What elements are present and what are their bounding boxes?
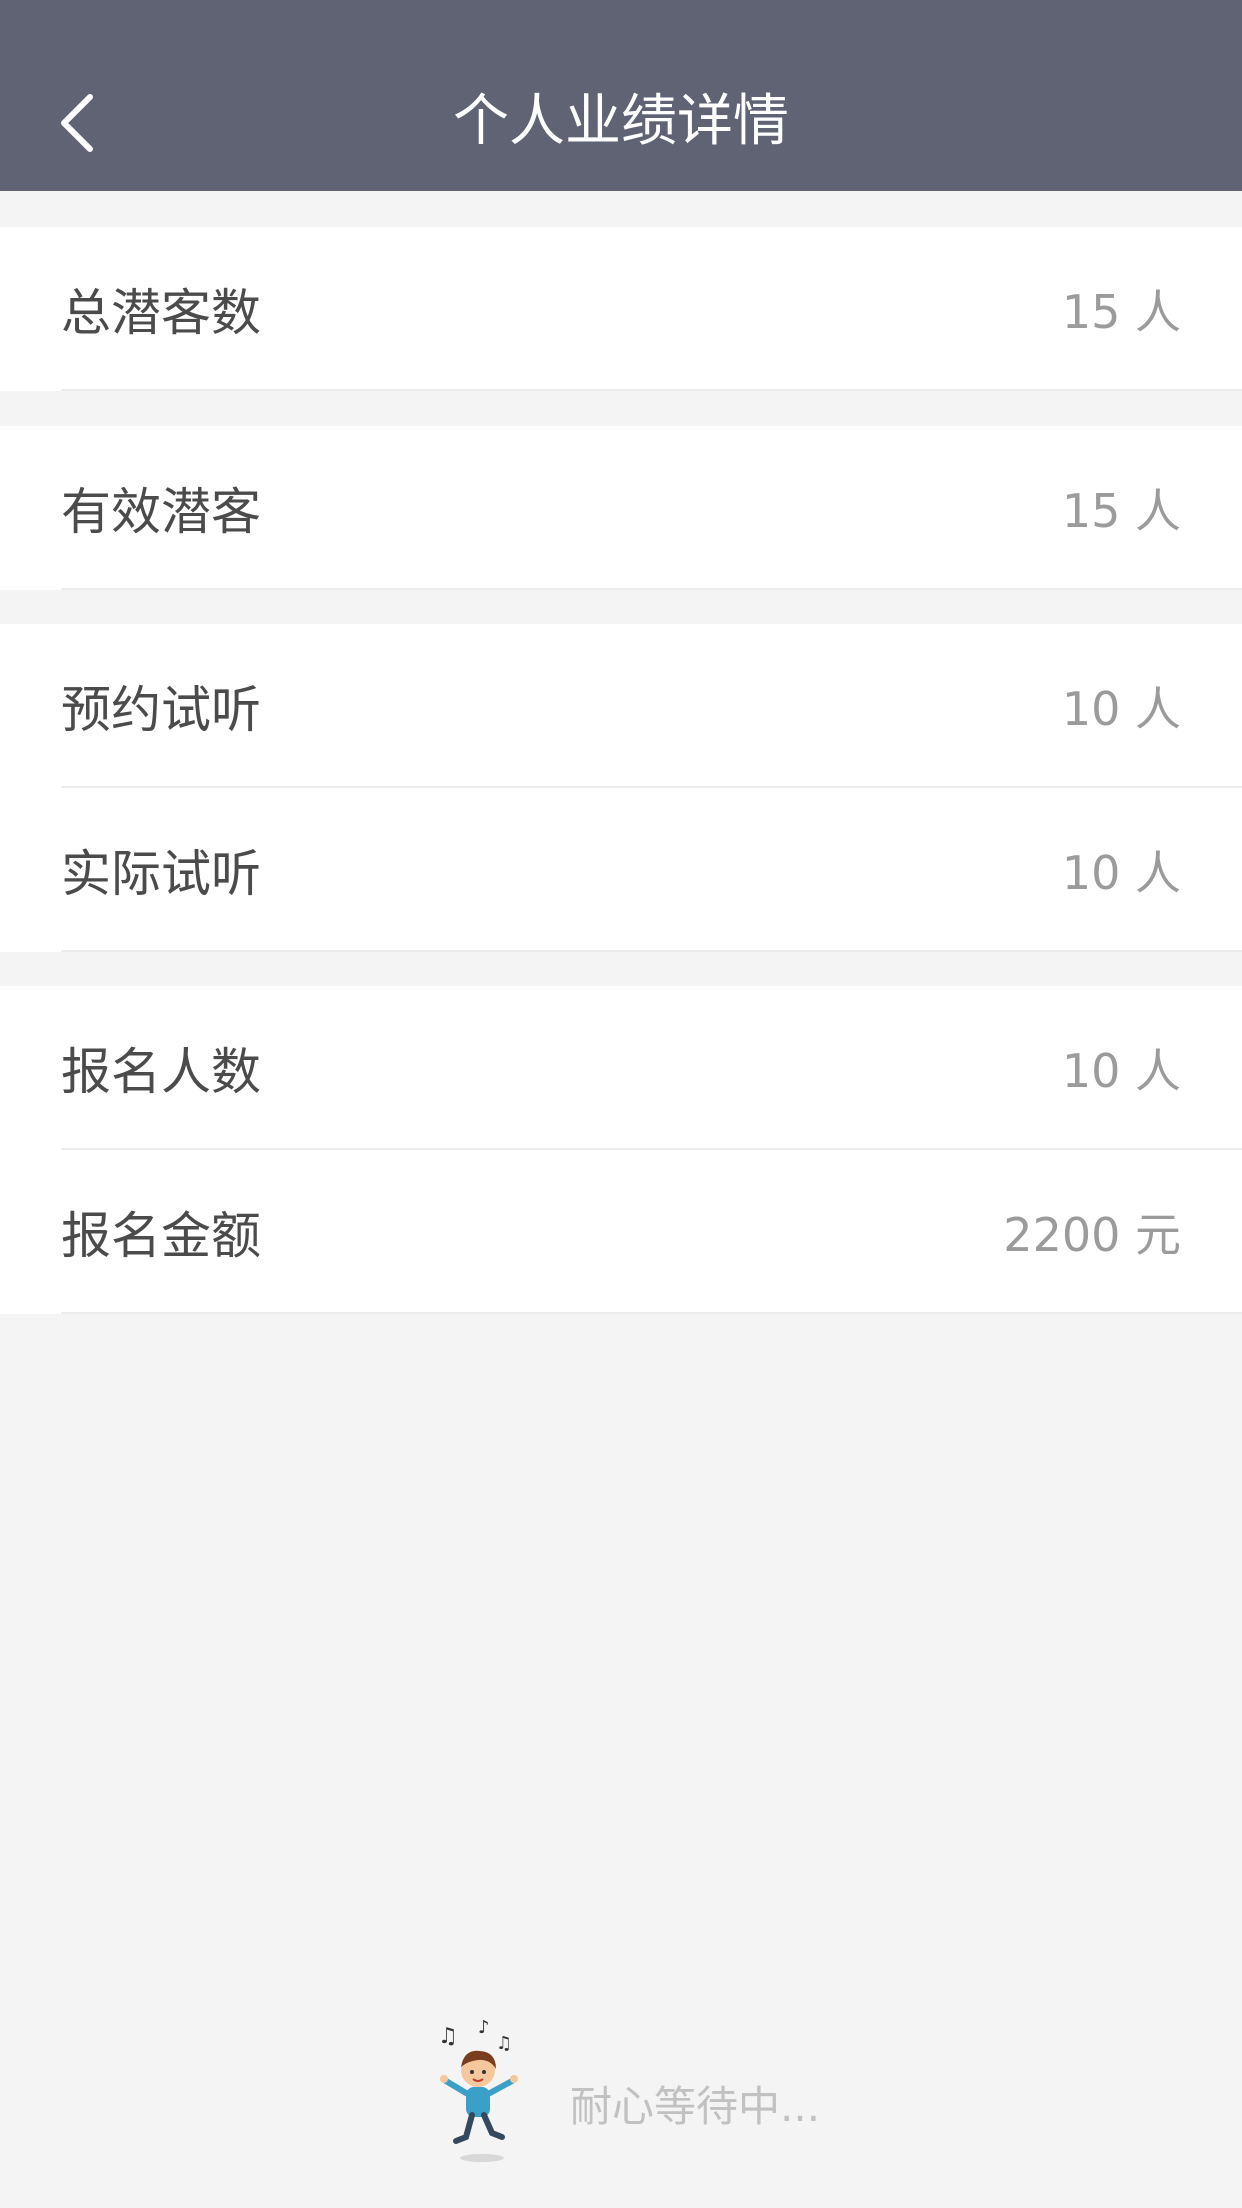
enrolled-count-label: 报名人数 (61, 1043, 261, 1101)
group-enrollment: 报名人数 10 人 报名金额 2200 元 (0, 986, 1242, 1314)
group-valid-leads: 有效潜客 15 人 (0, 426, 1242, 590)
row-enrolled-count[interactable]: 报名人数 10 人 (0, 986, 1242, 1150)
row-actual-trial[interactable]: 实际试听 10 人 (0, 788, 1242, 952)
page: 个人业绩详情 总潜客数 15 人 有效潜客 15 人 预约试听 10 人 实际试… (0, 0, 1242, 2208)
svg-text:♫: ♫ (496, 2033, 512, 2054)
loading-indicator: ♫ ♪ ♫ 耐心等待中... (0, 2015, 1242, 2165)
svg-text:♪: ♪ (478, 2017, 490, 2038)
enrolled-count-value: 10 人 (1061, 1044, 1181, 1098)
actual-trial-label: 实际试听 (61, 845, 261, 903)
total-leads-label: 总潜客数 (61, 284, 261, 342)
row-total-leads[interactable]: 总潜客数 15 人 (0, 227, 1242, 391)
header-bar: 个人业绩详情 (0, 0, 1242, 191)
divider (61, 950, 1242, 952)
group-total-leads: 总潜客数 15 人 (0, 227, 1242, 391)
divider (61, 1312, 1242, 1314)
booked-trial-value: 10 人 (1061, 682, 1181, 736)
valid-leads-value: 15 人 (1061, 484, 1181, 538)
booked-trial-label: 预约试听 (61, 681, 261, 739)
row-booked-trial[interactable]: 预约试听 10 人 (0, 624, 1242, 788)
divider (61, 389, 1242, 391)
dancing-kid-icon: ♫ ♪ ♫ (438, 2017, 518, 2162)
enrolled-amount-value: 2200 元 (1003, 1208, 1181, 1262)
enrolled-amount-label: 报名金额 (61, 1207, 261, 1265)
group-trials: 预约试听 10 人 实际试听 10 人 (0, 624, 1242, 952)
total-leads-value: 15 人 (1061, 285, 1181, 339)
valid-leads-label: 有效潜客 (61, 483, 261, 541)
divider (61, 588, 1242, 590)
actual-trial-value: 10 人 (1061, 846, 1181, 900)
svg-text:♫: ♫ (438, 2024, 458, 2049)
row-valid-leads[interactable]: 有效潜客 15 人 (0, 426, 1242, 590)
loading-text: 耐心等待中... (570, 2082, 821, 2131)
page-title: 个人业绩详情 (453, 89, 789, 154)
row-enrolled-amount[interactable]: 报名金额 2200 元 (0, 1150, 1242, 1314)
